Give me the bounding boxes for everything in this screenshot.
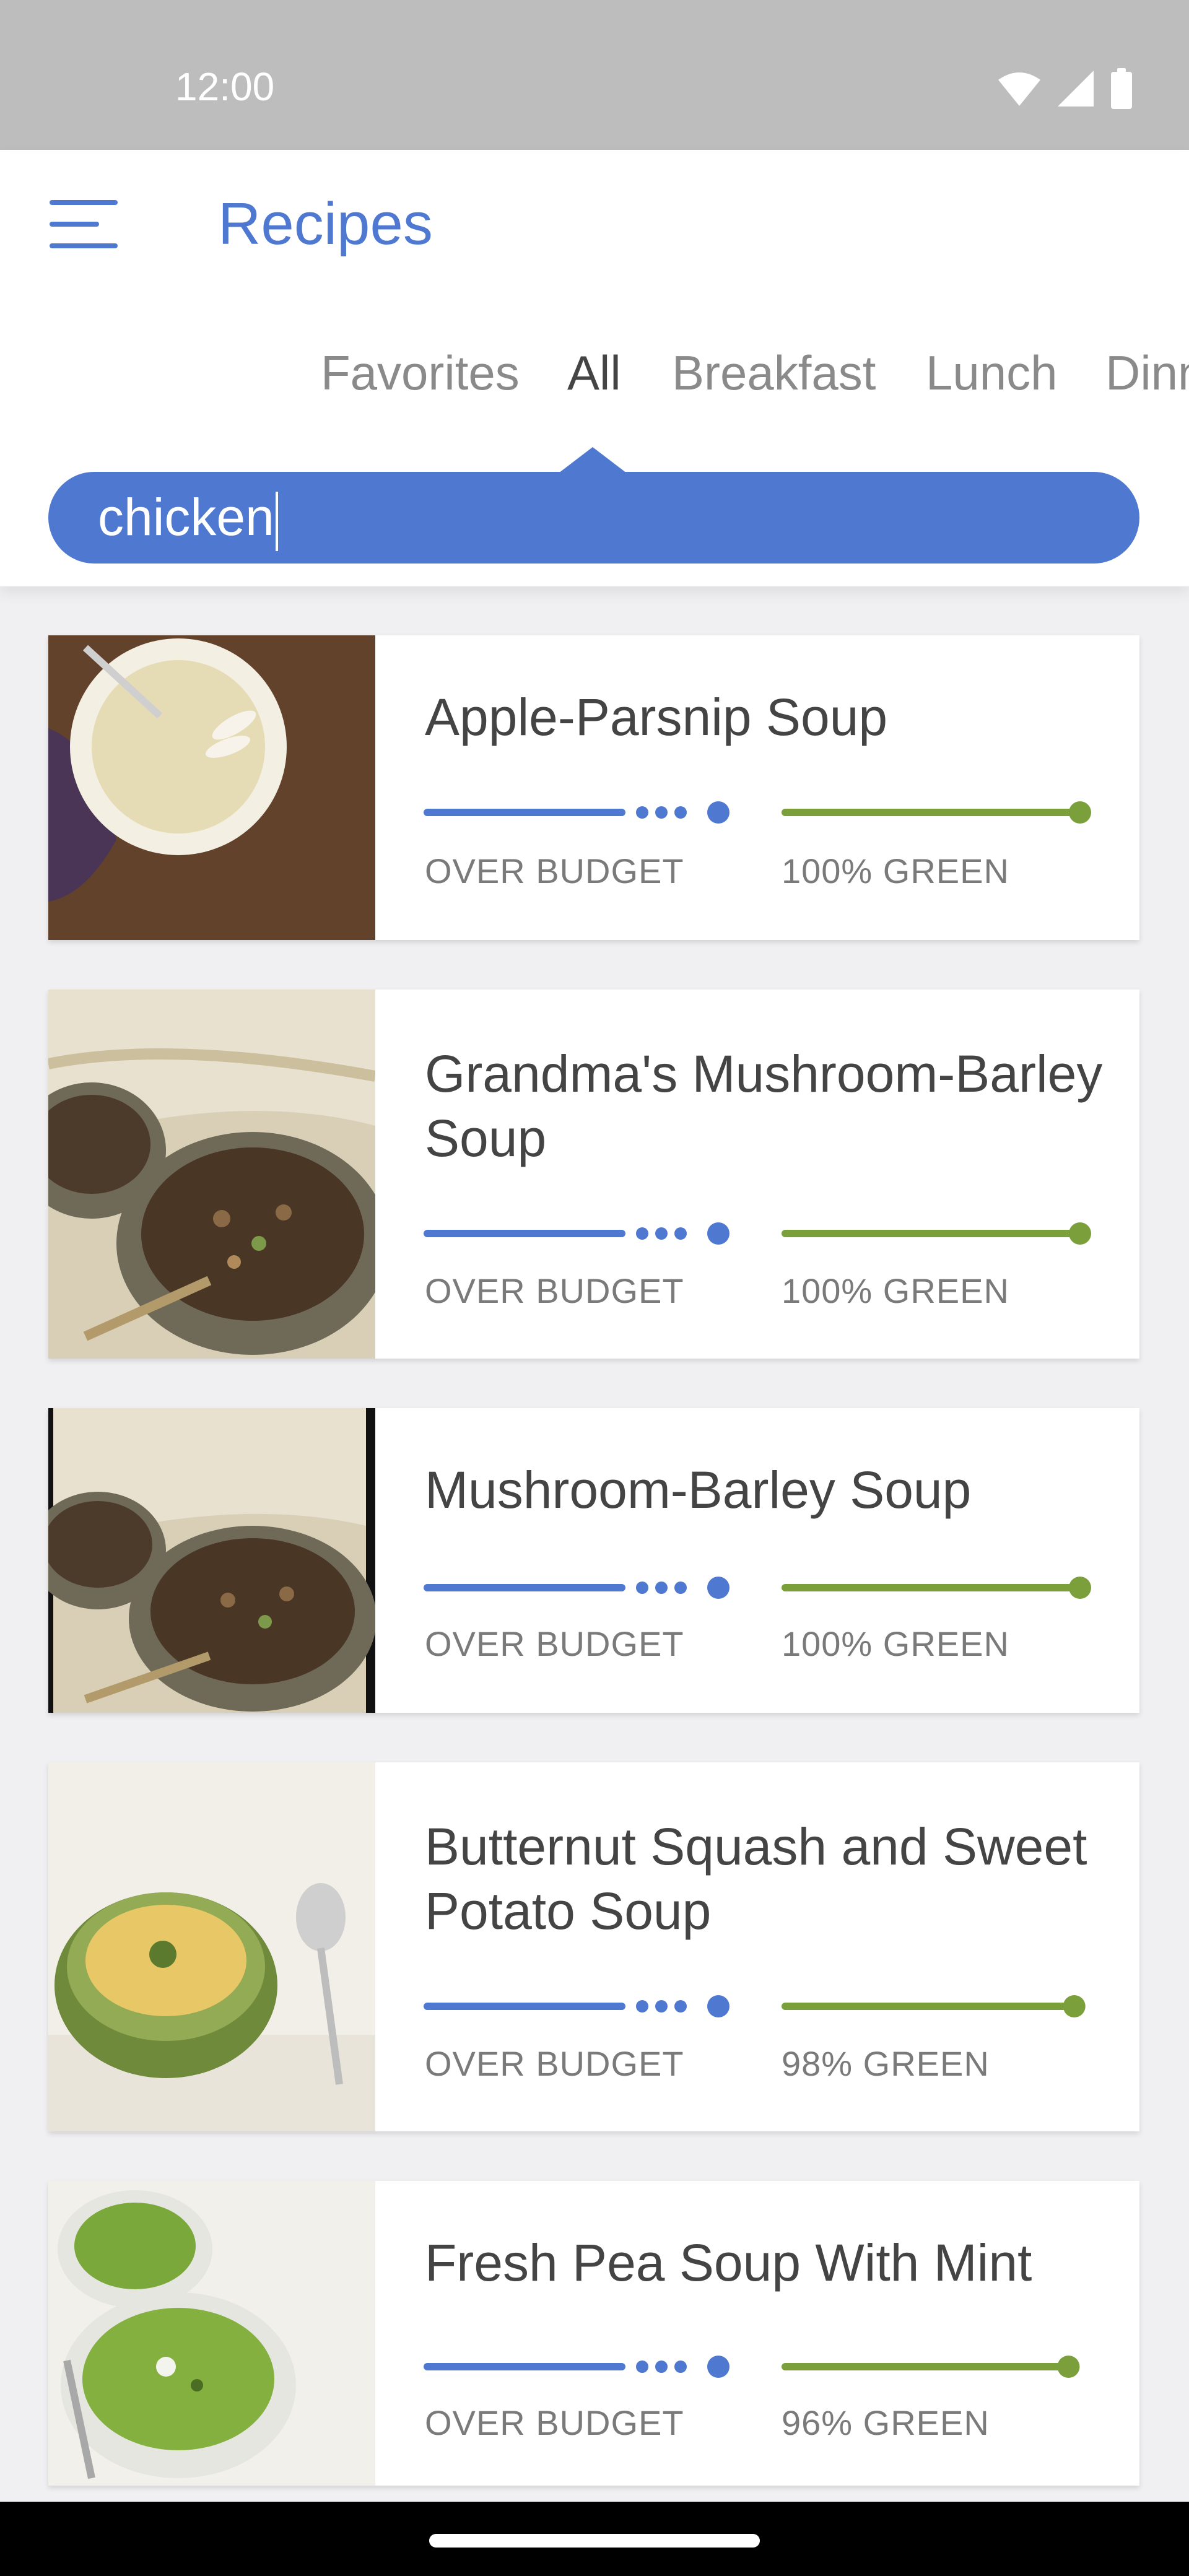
status-time: 12:00 bbox=[175, 64, 275, 109]
tab-dinner[interactable]: Dinner bbox=[1105, 336, 1189, 410]
recipe-title: Fresh Pea Soup With Mint bbox=[425, 2234, 1032, 2292]
category-tabs: Favorites All Breakfast Lunch Dinner bbox=[0, 336, 1189, 410]
recipe-image bbox=[48, 2181, 375, 2486]
budget-label: OVER BUDGET bbox=[425, 851, 684, 890]
home-gesture-handle[interactable] bbox=[429, 2534, 760, 2548]
system-navigation-bar bbox=[0, 2502, 1189, 2576]
search-value-container: chicken bbox=[98, 483, 278, 551]
budget-meter bbox=[424, 1995, 730, 2017]
green-meter bbox=[782, 801, 1091, 824]
recipe-title: Apple-Parsnip Soup bbox=[425, 688, 888, 746]
budget-label: OVER BUDGET bbox=[425, 1624, 684, 1663]
green-label: 98% GREEN bbox=[782, 2044, 990, 2083]
wifi-icon bbox=[998, 72, 1040, 106]
budget-meter bbox=[424, 1577, 730, 1599]
recipe-card[interactable]: Butternut Squash and Sweet Potato Soup O… bbox=[48, 1762, 1139, 2131]
recipe-card[interactable]: Mushroom-Barley Soup OVER BUDGET 100% GR… bbox=[48, 1408, 1139, 1713]
recipe-image bbox=[48, 1408, 375, 1713]
search-input[interactable]: chicken bbox=[48, 472, 1139, 564]
green-meter bbox=[782, 2356, 1080, 2378]
green-label: 96% GREEN bbox=[782, 2403, 990, 2442]
budget-label: OVER BUDGET bbox=[425, 2044, 684, 2083]
recipe-title: Mushroom-Barley Soup bbox=[425, 1461, 972, 1519]
recipe-image bbox=[48, 635, 375, 940]
budget-meter bbox=[424, 1222, 730, 1245]
text-cursor bbox=[275, 491, 278, 551]
recipe-title: Butternut Squash and Sweet Potato Soup bbox=[425, 1817, 1087, 1940]
signal-icon bbox=[1058, 71, 1094, 107]
green-meter bbox=[782, 1222, 1091, 1245]
recipe-card[interactable]: Fresh Pea Soup With Mint OVER BUDGET 96%… bbox=[48, 2181, 1139, 2486]
green-label: 100% GREEN bbox=[782, 851, 1009, 890]
search-pointer bbox=[559, 447, 627, 473]
recipe-card[interactable]: Grandma's Mushroom-Barley Soup OVER BUDG… bbox=[48, 990, 1139, 1359]
battery-icon bbox=[1111, 68, 1132, 109]
green-meter bbox=[782, 1577, 1091, 1599]
green-meter bbox=[782, 1995, 1086, 2017]
hamburger-menu-icon bbox=[50, 200, 118, 248]
tab-breakfast[interactable]: Breakfast bbox=[672, 336, 876, 410]
recipe-card[interactable]: Apple-Parsnip Soup OVER BUDGET 100% GREE… bbox=[48, 635, 1139, 940]
recipe-title: Grandma's Mushroom-Barley Soup bbox=[425, 1045, 1103, 1167]
status-icons bbox=[997, 67, 1133, 110]
status-bar: 12:00 bbox=[0, 0, 1189, 150]
budget-label: OVER BUDGET bbox=[425, 2403, 684, 2442]
budget-meter bbox=[424, 2356, 730, 2378]
recipe-image bbox=[48, 990, 375, 1359]
green-label: 100% GREEN bbox=[782, 1624, 1009, 1663]
tab-all[interactable]: All bbox=[567, 336, 621, 410]
recipe-image bbox=[48, 1762, 375, 2131]
menu-button[interactable] bbox=[50, 193, 118, 255]
app-title: Recipes bbox=[218, 191, 433, 257]
budget-meter bbox=[424, 801, 730, 824]
budget-label: OVER BUDGET bbox=[425, 1271, 684, 1310]
tab-lunch[interactable]: Lunch bbox=[926, 336, 1058, 410]
tab-favorites[interactable]: Favorites bbox=[321, 336, 520, 410]
green-label: 100% GREEN bbox=[782, 1271, 1009, 1310]
search-value: chicken bbox=[98, 488, 274, 546]
app-bar: Recipes Favorites All Breakfast Lunch Di… bbox=[0, 150, 1189, 586]
